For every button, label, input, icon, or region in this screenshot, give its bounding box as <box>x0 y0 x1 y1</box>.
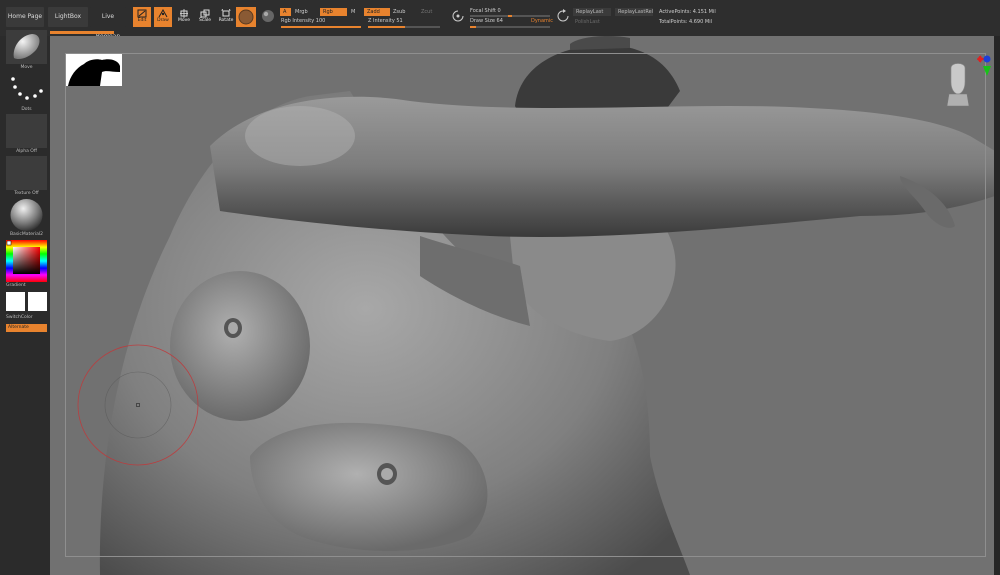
rgb-intensity-label: Rgb Intensity <box>281 18 315 24</box>
total-points-readout: TotalPoints: 4.690 Mil <box>659 19 712 25</box>
z-intensity-track[interactable] <box>368 26 440 28</box>
material-button[interactable] <box>6 198 47 232</box>
rotate-label: Rotate <box>218 18 234 23</box>
z-intensity-label: Z Intensity <box>368 18 395 24</box>
zsub-toggle[interactable]: Zsub <box>393 9 405 15</box>
active-points-label: ActivePoints: <box>659 9 692 15</box>
live-boolean-button[interactable]: Live Boolean <box>90 7 126 40</box>
left-shelf: Move Dots Alpha Off Texture Off BasicMat… <box>0 30 50 575</box>
edit-icon <box>137 9 147 18</box>
polish-last-button[interactable]: PolishLast <box>575 19 600 25</box>
stroke-label: Dots <box>21 107 32 112</box>
material-label: BasicMaterial2 <box>9 232 44 237</box>
replay-last-button[interactable]: ReplayLast <box>573 8 611 16</box>
rotate-button[interactable]: Rotate <box>217 7 235 27</box>
alpha-button[interactable] <box>6 114 47 148</box>
stroke-button[interactable] <box>6 73 47 107</box>
rgb-intensity-value: 100 <box>315 18 326 24</box>
m-toggle[interactable]: M <box>351 9 355 15</box>
alpha-label: Alpha Off <box>16 149 37 154</box>
active-points-readout: ActivePoints: 4.151 Mil <box>659 9 716 15</box>
scale-button[interactable]: Scale <box>196 7 214 27</box>
switch-color-button[interactable]: SwitchColor <box>6 315 47 320</box>
a-toggle[interactable]: A <box>280 8 291 16</box>
dots-stroke-icon <box>11 77 43 100</box>
color-picker[interactable] <box>6 240 47 282</box>
mrgb-toggle[interactable]: Mrgb <box>295 9 308 15</box>
move-brush-icon <box>13 34 40 60</box>
total-points-label: TotalPoints: <box>659 19 688 25</box>
texture-button[interactable] <box>6 156 47 190</box>
gradient-label: Gradient <box>6 283 26 288</box>
scale-icon <box>200 9 210 18</box>
z-intensity-value: 51 <box>396 18 403 24</box>
focal-shift-slider[interactable]: Focal Shift 0 <box>470 8 501 14</box>
brush-label: Move <box>20 65 33 70</box>
draw-size-label: Draw Size <box>470 18 495 24</box>
top-toolbar: Home Page LightBox Live Boolean Edit Dra… <box>0 0 1000 40</box>
rgb-toggle[interactable]: Rgb <box>320 8 347 16</box>
head-navigation-icon[interactable] <box>945 60 971 108</box>
focal-shift-icon <box>452 10 464 22</box>
hair-bun-shape <box>570 36 630 50</box>
right-scroll-edge <box>994 36 1000 575</box>
replay-last-rel-button[interactable]: ReplayLastRel <box>615 8 653 16</box>
document-canvas[interactable] <box>50 36 1000 575</box>
draw-size-track[interactable] <box>470 26 550 28</box>
gyro-sphere-icon[interactable] <box>261 9 275 23</box>
sphere-icon <box>238 9 254 25</box>
scale-label: Scale <box>198 18 212 23</box>
draw-size-slider[interactable]: Draw Size 64 <box>470 18 503 24</box>
rgb-intensity-track[interactable] <box>281 26 361 28</box>
rgb-intensity-slider[interactable]: Rgb Intensity 100 <box>281 18 325 24</box>
move-label: Move <box>177 18 191 23</box>
zcut-toggle[interactable]: Zcut <box>421 9 432 15</box>
lightbox-button[interactable]: LightBox <box>48 7 88 27</box>
draw-size-value: 64 <box>496 18 503 24</box>
material-sphere-icon <box>10 199 43 231</box>
loading-progress-bar <box>50 31 114 34</box>
replay-icon <box>557 9 569 22</box>
focal-shift-track[interactable] <box>470 15 550 17</box>
edit-button[interactable]: Edit <box>133 7 151 27</box>
move-icon <box>180 9 188 18</box>
texture-label: Texture Off <box>14 191 39 196</box>
draw-label: Draw <box>157 18 169 23</box>
active-points-value: 4.151 Mil <box>692 9 716 15</box>
move-button[interactable]: Move <box>175 7 193 27</box>
edit-label: Edit <box>137 18 147 23</box>
alternate-button[interactable]: Alternate <box>6 324 47 332</box>
dynamic-toggle[interactable]: Dynamic <box>531 18 553 24</box>
document-frame <box>65 53 986 557</box>
z-intensity-slider[interactable]: Z Intensity 51 <box>368 18 403 24</box>
main-color-swatch[interactable] <box>6 292 25 311</box>
rotate-icon <box>221 9 231 17</box>
focal-shift-value: 0 <box>497 8 501 14</box>
home-page-button[interactable]: Home Page <box>6 7 44 27</box>
color-picker-icon <box>6 240 47 282</box>
material-sphere-button[interactable] <box>236 7 256 27</box>
draw-icon <box>158 9 168 18</box>
draw-button[interactable]: Draw <box>154 7 172 27</box>
brush-button[interactable] <box>6 30 47 64</box>
secondary-color-swatch[interactable] <box>28 292 47 311</box>
zadd-toggle[interactable]: Zadd <box>364 8 390 16</box>
total-points-value: 4.690 Mil <box>688 19 712 25</box>
focal-shift-label: Focal Shift <box>470 8 496 14</box>
